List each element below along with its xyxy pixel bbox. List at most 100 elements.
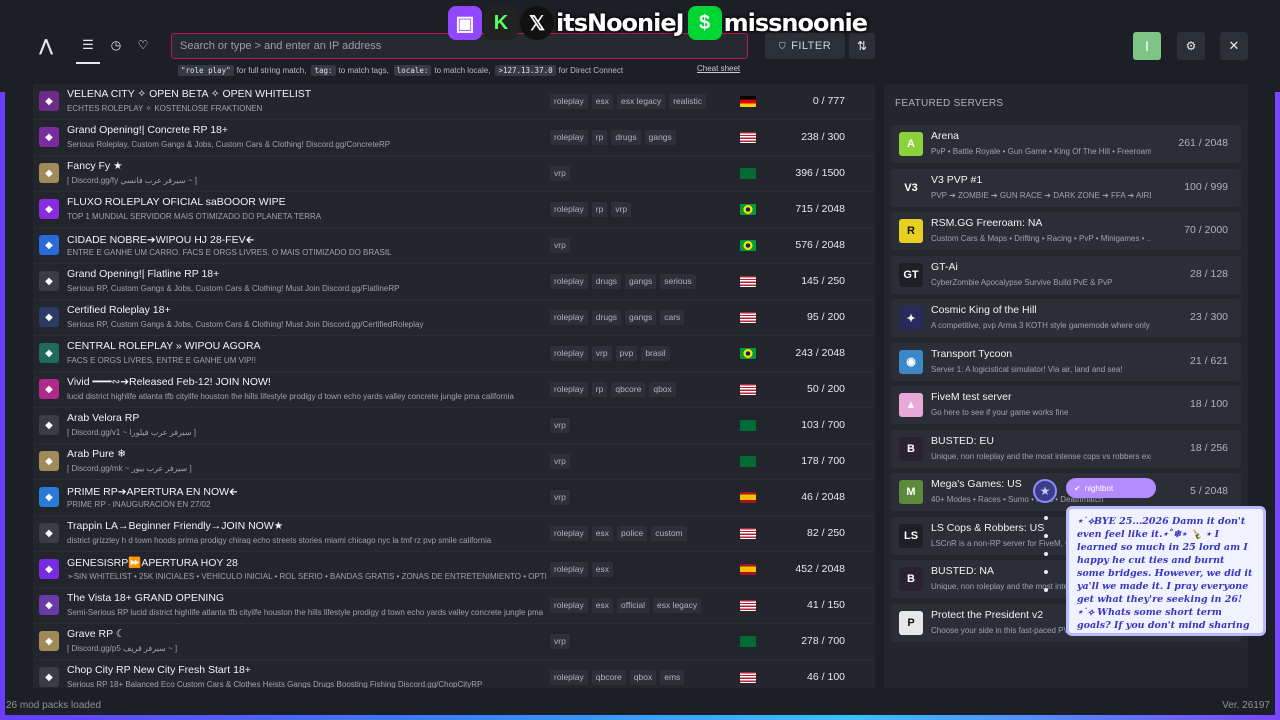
server-row[interactable]: ◆ Fancy Fy ★ [ Discord.gg/fy سيرفر عرب ف… — [33, 156, 875, 192]
server-tag[interactable]: roleplay — [550, 310, 588, 325]
twitch-username: itsNoonieJ — [556, 9, 685, 37]
cheat-sheet-link[interactable]: Cheat sheet — [697, 64, 740, 73]
server-tag[interactable]: gangs — [625, 274, 657, 289]
server-list-icon[interactable]: ☰ — [80, 37, 96, 53]
server-description: [ Discord.gg/fy سيرفر عرب فانسي ~ ] — [67, 176, 197, 185]
active-tab-indicator — [76, 62, 100, 64]
server-tag[interactable]: roleplay — [550, 670, 588, 685]
server-tag[interactable]: vrp — [550, 418, 570, 433]
app-logo-icon[interactable]: ⋀ — [36, 36, 56, 56]
server-tag[interactable]: roleplay — [550, 274, 588, 289]
server-row[interactable]: ◆ VELENA CITY ✧ OPEN BETA ✧ OPEN WHITELI… — [33, 84, 875, 120]
server-row[interactable]: ◆ Arab Velora RP [ Discord.gg/v1 ~ سيرفر… — [33, 408, 875, 444]
server-row[interactable]: ◆ CENTRAL ROLEPLAY » WIPOU AGORA FACS E … — [33, 336, 875, 372]
featured-server-name: RSM.GG Freeroam: NA — [931, 217, 1043, 229]
server-tag[interactable]: official — [617, 598, 649, 613]
server-tag[interactable]: roleplay — [550, 562, 588, 577]
server-tag[interactable]: roleplay — [550, 598, 588, 613]
server-tags: roleplay qbcore qbox ems — [550, 670, 688, 685]
history-icon[interactable]: ◷ — [108, 37, 124, 53]
server-tag[interactable]: esx — [591, 94, 614, 109]
server-tag[interactable]: esx — [591, 598, 614, 613]
server-tag[interactable]: esx legacy — [652, 598, 702, 613]
server-name: FLUXO ROLEPLAY OFICIAL saBOOOR WIPE — [67, 196, 286, 208]
player-count: 576 / 2048 — [795, 239, 845, 251]
server-row[interactable]: ◆ Certified Roleplay 18+ Serious RP, Cus… — [33, 300, 875, 336]
featured-server-row[interactable]: ▲ FiveM test server Go here to see if yo… — [891, 386, 1241, 424]
featured-server-row[interactable]: B BUSTED: EU Unique, non roleplay and th… — [891, 429, 1241, 468]
featured-server-row[interactable]: R RSM.GG Freeroam: NA Custom Cars & Maps… — [891, 212, 1241, 250]
server-tag[interactable]: vrp — [550, 166, 570, 181]
server-tags: vrp — [550, 166, 574, 181]
server-tag[interactable]: roleplay — [550, 94, 588, 109]
settings-gear-icon[interactable]: ⚙ — [1177, 32, 1205, 60]
server-tag[interactable]: cars — [660, 310, 685, 325]
server-description: Serious RP, Custom Gangs & Jobs, Custom … — [67, 320, 424, 329]
server-tag[interactable]: gangs — [625, 310, 657, 325]
server-tag[interactable]: serious — [660, 274, 696, 289]
server-icon: ◆ — [39, 127, 59, 147]
server-tag[interactable]: police — [617, 526, 648, 541]
server-tag[interactable]: pvp — [615, 346, 638, 361]
server-row[interactable]: ◆ Grave RP ☾ [ Discord.gg/p5 سيرفر قريف … — [33, 624, 875, 660]
featured-player-count: 28 / 128 — [1190, 267, 1228, 280]
server-row[interactable]: ◆ Grand Opening!| Concrete RP 18+ Seriou… — [33, 120, 875, 156]
server-tag[interactable]: vrp — [550, 238, 570, 253]
server-tag[interactable]: roleplay — [550, 130, 588, 145]
server-name: VELENA CITY ✧ OPEN BETA ✧ OPEN WHITELIST — [67, 88, 312, 100]
featured-server-name: GT-Ai — [931, 260, 958, 273]
server-tag[interactable]: esx legacy — [617, 94, 666, 109]
server-tag[interactable]: rp — [591, 202, 608, 217]
close-icon[interactable]: ✕ — [1220, 32, 1248, 60]
server-row[interactable]: ◆ GENESISRP⏩APERTURA HOY 28 ➣SIN WHITELI… — [33, 552, 875, 588]
featured-server-row[interactable]: ◉ Transport Tycoon Server 1: A logicisti… — [891, 342, 1241, 381]
server-tag[interactable]: drugs — [591, 310, 622, 325]
featured-server-row[interactable]: V3 V3 PVP #1 PVP ➔ ZOMBIE ➔ GUN RACE ➔ D… — [891, 168, 1241, 207]
server-tag[interactable]: esx — [591, 526, 614, 541]
server-row[interactable]: ◆ Trappin LA→Beginner Friendly→JOIN NOW★… — [33, 516, 875, 552]
featured-server-description: Unique, non roleplay and the most intens… — [931, 451, 1151, 461]
text-cursor-icon[interactable]: I — [1133, 32, 1161, 60]
server-row[interactable]: ◆ PRIME RP➔APERTURA EN NOW🡰 PRIME RP - I… — [33, 480, 875, 516]
server-tag[interactable]: roleplay — [550, 346, 588, 361]
server-tag[interactable]: rp — [591, 130, 608, 145]
server-row[interactable]: ◆ FLUXO ROLEPLAY OFICIAL saBOOOR WIPE TO… — [33, 192, 875, 228]
featured-server-icon: V3 — [899, 175, 923, 200]
server-row[interactable]: ◆ Vivid ━━━∾➔Released Feb-12! JOIN NOW! … — [33, 372, 875, 408]
server-row[interactable]: ◆ Chop City RP New City Fresh Start 18+ … — [33, 660, 875, 688]
server-description: [ Discord.gg/v1 ~ سيرفر عرب فيلورا ] — [67, 428, 196, 437]
server-tag[interactable]: esx — [591, 562, 614, 577]
server-tag[interactable]: drugs — [611, 130, 641, 145]
server-tag[interactable]: qbox — [629, 670, 657, 685]
server-tag[interactable]: vrp — [550, 490, 570, 505]
country-flag-icon — [740, 492, 756, 503]
server-tag[interactable]: ems — [660, 670, 685, 685]
favorites-heart-icon[interactable]: ♡ — [135, 37, 151, 53]
server-tag[interactable]: roleplay — [550, 382, 588, 397]
server-tag[interactable]: rp — [591, 382, 608, 397]
server-tag[interactable]: roleplay — [550, 526, 588, 541]
server-tag[interactable]: qbcore — [611, 382, 646, 397]
server-tag[interactable]: realistic — [669, 94, 706, 109]
server-tag[interactable]: gangs — [644, 130, 676, 145]
server-tag[interactable]: qbcore — [591, 670, 626, 685]
player-count: 41 / 150 — [807, 599, 845, 611]
server-tag[interactable]: brasil — [641, 346, 670, 361]
server-row[interactable]: ◆ Arab Pure ❄ [ Discord.gg/mk ~ سيرفر عر… — [33, 444, 875, 480]
featured-server-row[interactable]: ✦ Cosmic King of the Hill A competitive,… — [891, 299, 1241, 337]
server-row[interactable]: ◆ CIDADE NOBRE➔WIPOU HJ 28-FEV🡰 ENTRE E … — [33, 228, 875, 264]
server-tag[interactable]: roleplay — [550, 202, 588, 217]
server-tag[interactable]: drugs — [591, 274, 622, 289]
server-tag[interactable]: custom — [651, 526, 687, 541]
top-bar: ⋀ ☰ ◷ ♡ Search or type > and enter an IP… — [0, 0, 1280, 92]
server-tag[interactable]: vrp — [591, 346, 612, 361]
server-tag[interactable]: vrp — [550, 454, 570, 469]
server-row[interactable]: ◆ The Vista 18+ GRAND OPENING Semi-Serio… — [33, 588, 875, 624]
server-tag[interactable]: vrp — [550, 634, 570, 649]
server-tag[interactable]: qbox — [649, 382, 676, 397]
featured-server-row[interactable]: A Arena PvP • Battle Royale • Gun Game •… — [891, 125, 1241, 163]
server-row[interactable]: ◆ Grand Opening!| Flatline RP 18+ Seriou… — [33, 264, 875, 300]
server-tags: roleplay drugs gangs cars — [550, 310, 688, 325]
featured-server-row[interactable]: GT GT-Ai CyberZombie Apocalypse Survive … — [891, 255, 1241, 294]
server-tag[interactable]: vrp — [611, 202, 632, 217]
